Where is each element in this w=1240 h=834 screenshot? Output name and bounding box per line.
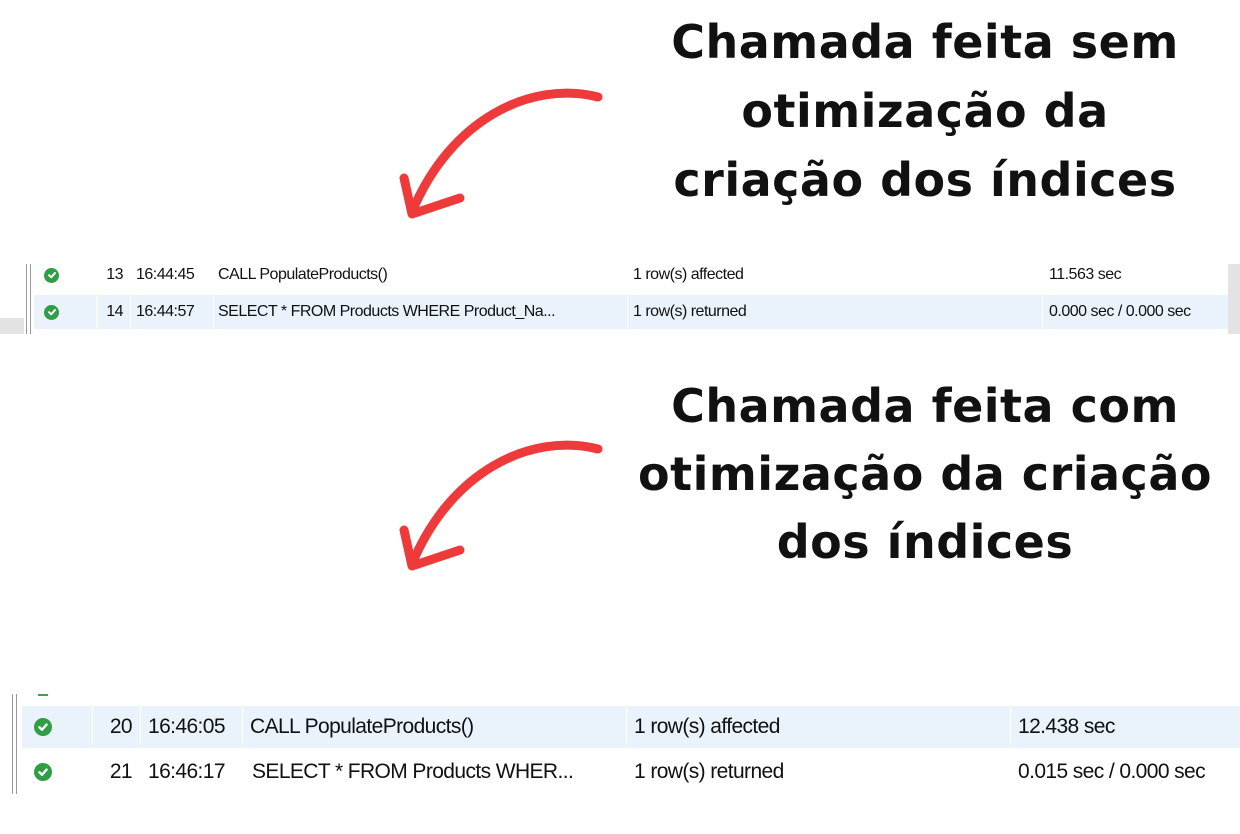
table-row[interactable]: 14 16:44:57 SELECT * FROM Products WHERE… <box>34 295 1228 329</box>
success-check-icon <box>44 267 59 283</box>
row-message: 1 row(s) affected <box>633 266 744 283</box>
annotation-line: Chamada feita sem <box>671 15 1179 69</box>
success-check-icon <box>44 304 59 320</box>
annotation-line: dos índices <box>776 515 1074 569</box>
row-message: 1 row(s) returned <box>634 760 784 783</box>
grid-edge <box>0 318 24 334</box>
row-duration: 12.438 sec <box>1018 715 1115 738</box>
row-duration: 11.563 sec <box>1049 266 1122 283</box>
row-message: 1 row(s) affected <box>634 715 780 738</box>
row-time: 16:44:57 <box>136 303 195 320</box>
row-action: SELECT * FROM Products WHER... <box>252 760 574 783</box>
row-time: 16:44:45 <box>136 266 195 283</box>
table-row[interactable]: 13 16:44:45 CALL PopulateProducts() 1 ro… <box>0 258 1240 292</box>
status-cell <box>34 751 56 793</box>
status-cell <box>44 258 64 292</box>
success-check-icon <box>34 763 52 781</box>
status-cell <box>34 706 56 748</box>
row-number: 21 <box>109 760 132 783</box>
row-action: CALL PopulateProducts() <box>218 266 388 283</box>
output-grid-without-index: 13 16:44:45 CALL PopulateProducts() 1 ro… <box>0 256 1240 338</box>
annotation-line: otimização da <box>741 84 1109 138</box>
partial-row-indicator <box>38 694 48 696</box>
status-cell <box>44 295 64 329</box>
row-time: 16:46:05 <box>148 715 226 738</box>
grid-border <box>16 694 17 794</box>
annotation-with-optimization: Chamada feita com otimização da criação … <box>635 372 1215 576</box>
success-check-icon <box>34 718 52 736</box>
table-row[interactable]: 21 16:46:17 SELECT * FROM Products WHER.… <box>22 751 1240 793</box>
annotation-line: otimização da criação <box>638 447 1212 501</box>
row-action: SELECT * FROM Products WHERE Product_Na.… <box>218 303 556 320</box>
row-time: 16:46:17 <box>148 760 226 783</box>
row-number: 14 <box>106 303 123 320</box>
row-message: 1 row(s) returned <box>633 303 747 320</box>
annotation-without-optimization: Chamada feita sem otimização da criação … <box>650 8 1200 215</box>
annotation-line: criação dos índices <box>673 153 1177 207</box>
red-arrow-icon <box>399 88 603 219</box>
row-duration: 0.015 sec / 0.000 sec <box>1018 760 1206 783</box>
row-duration: 0.000 sec / 0.000 sec <box>1049 303 1191 320</box>
row-action: CALL PopulateProducts() <box>250 715 474 738</box>
grid-border <box>12 694 13 794</box>
row-number: 20 <box>109 715 132 738</box>
table-row[interactable]: 20 16:46:05 CALL PopulateProducts() 1 ro… <box>22 706 1240 748</box>
annotation-line: Chamada feita com <box>671 379 1179 433</box>
row-number: 13 <box>106 266 123 283</box>
red-arrow-icon <box>399 440 603 571</box>
output-grid-with-index: 20 16:46:05 CALL PopulateProducts() 1 ro… <box>0 688 1240 798</box>
